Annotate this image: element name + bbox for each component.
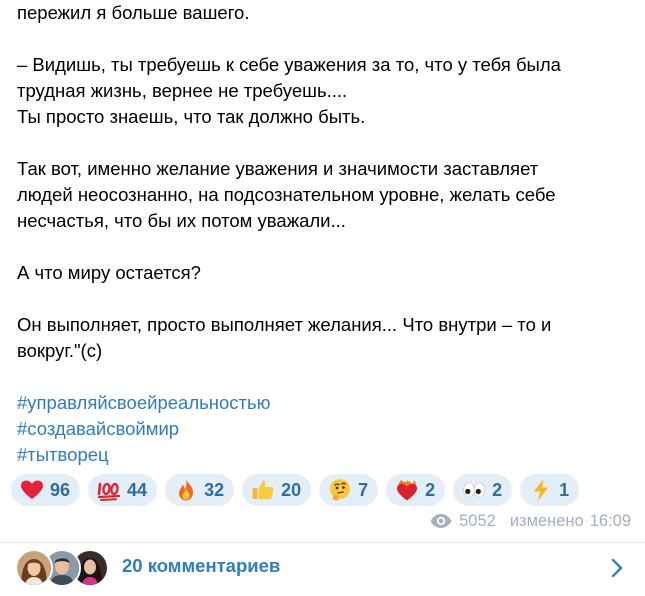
reaction-heart[interactable]: 96 xyxy=(11,474,81,506)
comments-button[interactable]: 20 комментариев xyxy=(0,543,645,596)
text-line: людей неосознанно, на подсознательном ур… xyxy=(17,184,556,205)
post-time: 16:09 xyxy=(589,511,631,530)
text-line: трудная жизнь, вернее не требуешь.... xyxy=(17,80,348,101)
reaction-count: 32 xyxy=(204,479,225,500)
text-line: А что миру остается? xyxy=(17,262,201,283)
lightning-icon xyxy=(528,477,554,503)
text-line: Ты просто знаешь, что так должно быть. xyxy=(17,106,366,127)
reaction-count: 2 xyxy=(425,479,436,500)
hundred-points-icon xyxy=(96,477,122,503)
text-line: Так вот, именно желание уважения и значи… xyxy=(17,158,539,179)
post-card: пережил я больше вашего. – Видишь, ты тр… xyxy=(0,0,645,596)
paragraph: – Видишь, ты требуешь к себе уважения за… xyxy=(17,52,637,130)
reaction-hundred[interactable]: 44 xyxy=(88,474,158,506)
paragraph: Так вот, именно желание уважения и значи… xyxy=(17,156,637,234)
chevron-right-icon xyxy=(611,558,623,578)
fire-icon xyxy=(173,477,199,503)
reaction-count: 7 xyxy=(358,479,369,500)
reaction-count: 44 xyxy=(127,479,148,500)
hashtag-link[interactable]: #управляйсвоейреальностью xyxy=(17,390,637,416)
views-count: 5052 xyxy=(459,511,496,530)
reaction-count: 1 xyxy=(559,479,570,500)
hashtag-list: #управляйсвоейреальностью #создавайсвойм… xyxy=(17,390,637,468)
text-line: несчастья, что бы их потом уважали... xyxy=(17,210,346,231)
comments-count-label: 20 комментариев xyxy=(122,555,281,576)
reaction-heart-on-fire[interactable]: 2 xyxy=(386,474,446,506)
hashtag-link[interactable]: #создавайсвоймир xyxy=(17,416,637,442)
post-text: пережил я больше вашего. – Видишь, ты тр… xyxy=(17,0,637,468)
reaction-count: 2 xyxy=(492,479,503,500)
text-line: – Видишь, ты требуешь к себе уважения за… xyxy=(17,54,561,75)
hashtag-link[interactable]: #тытворец xyxy=(17,442,637,468)
commenter-avatars xyxy=(15,549,109,587)
paragraph: пережил я больше вашего. xyxy=(17,0,637,26)
text-line: вокруг."(c) xyxy=(17,340,103,361)
thumbs-up-icon xyxy=(250,477,276,503)
reaction-thumbs-up[interactable]: 20 xyxy=(242,474,312,506)
reaction-lightning[interactable]: 1 xyxy=(520,474,580,506)
heart-icon xyxy=(19,477,45,503)
reaction-count: 96 xyxy=(50,479,71,500)
paragraph: А что миру остается? xyxy=(17,260,637,286)
thinking-face-icon xyxy=(327,477,353,503)
paragraph: Он выполняет, просто выполняет желания..… xyxy=(17,312,637,364)
edited-label: изменено xyxy=(509,511,584,530)
reaction-eyes[interactable]: 2 xyxy=(453,474,513,506)
eyes-icon xyxy=(461,477,487,503)
heart-on-fire-icon xyxy=(394,477,420,503)
reactions-bar: 96 44 32 20 7 2 2 1 xyxy=(11,474,580,508)
reaction-fire[interactable]: 32 xyxy=(165,474,235,506)
text-line: Он выполняет, просто выполняет желания..… xyxy=(17,314,552,335)
text-line: пережил я больше вашего. xyxy=(17,2,250,23)
views-eye-icon xyxy=(430,514,452,528)
reaction-count: 20 xyxy=(281,479,302,500)
post-meta: 5052 изменено 16:09 xyxy=(429,510,631,532)
avatar xyxy=(15,549,53,587)
reaction-thinking[interactable]: 7 xyxy=(319,474,379,506)
